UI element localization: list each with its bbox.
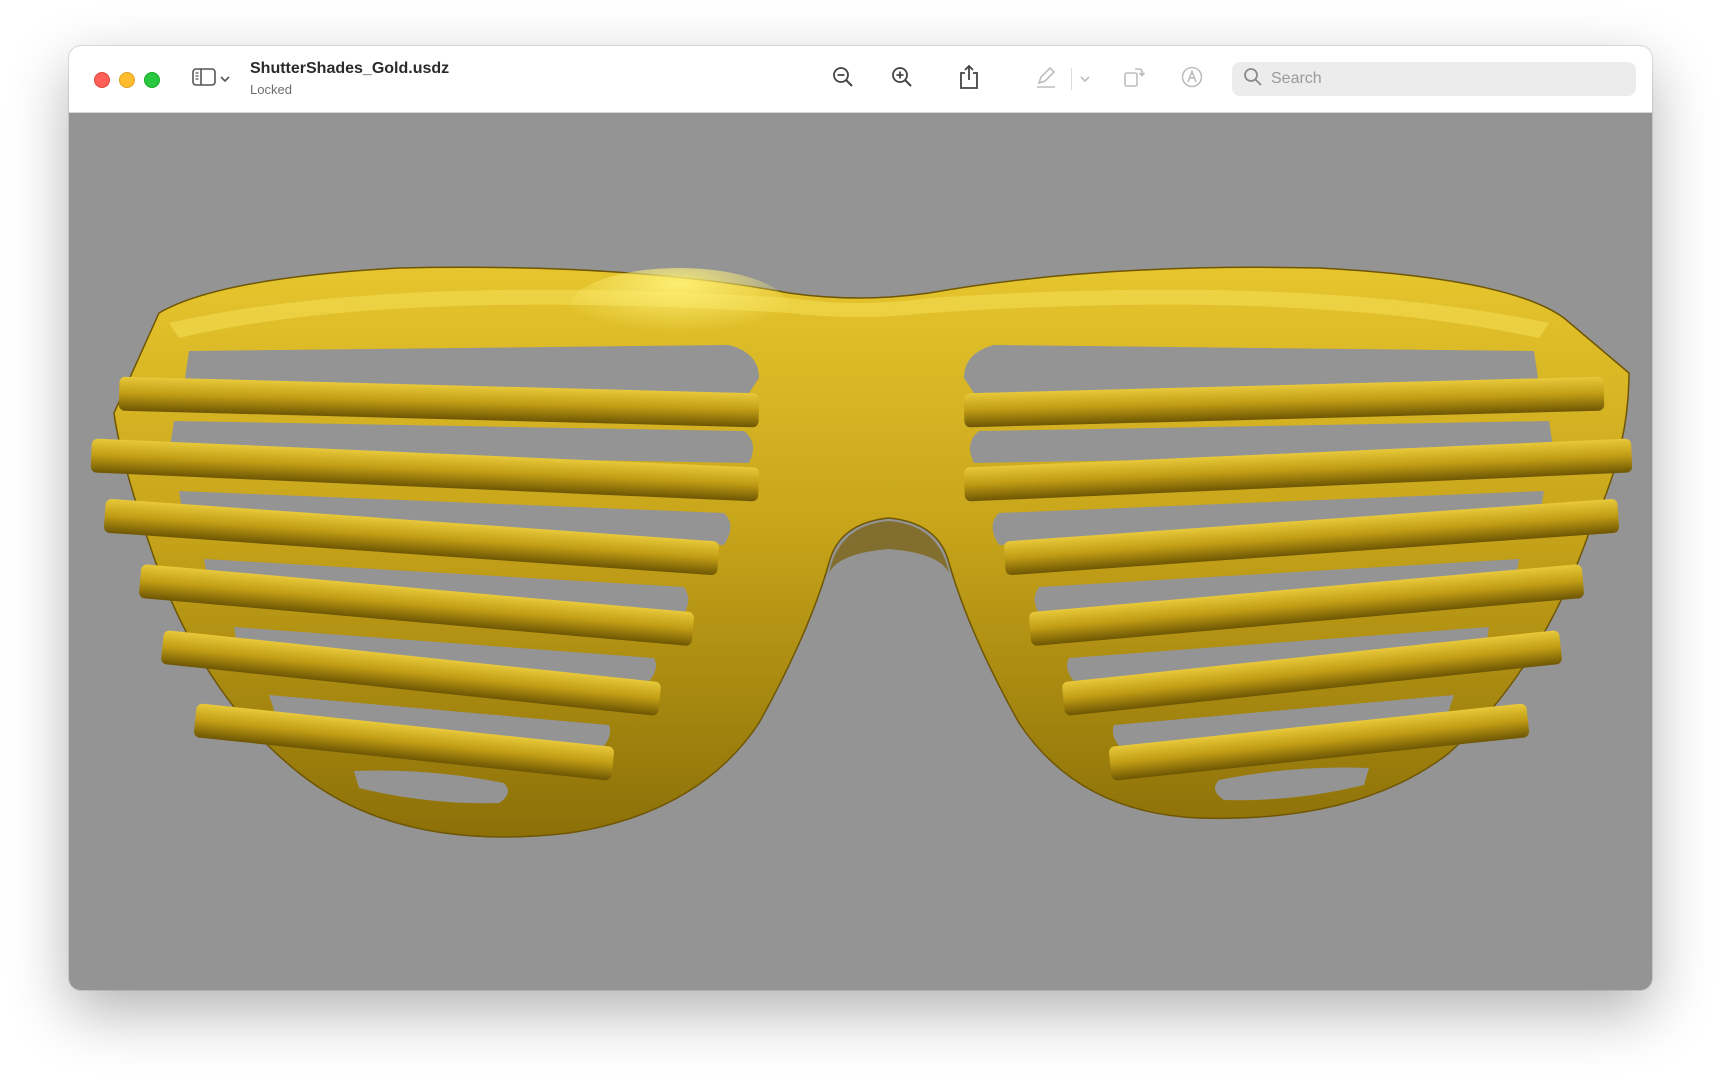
toolbar-divider: [1071, 68, 1072, 90]
markup-pen-icon: [1034, 65, 1058, 94]
markup-circle-a-icon: [1180, 65, 1204, 94]
3d-model-viewport[interactable]: [69, 113, 1652, 990]
minimize-window-button[interactable]: [119, 72, 135, 88]
search-input[interactable]: [1269, 69, 1613, 89]
chevron-down-icon: [220, 70, 230, 88]
markup-options-button[interactable]: [1075, 64, 1095, 94]
document-subtitle: Locked: [250, 82, 292, 97]
zoom-out-button[interactable]: [828, 64, 858, 94]
sidebar-icon: [192, 67, 216, 91]
document-title[interactable]: ShutterShades_Gold.usdz: [250, 60, 449, 78]
rotate-icon: [1122, 65, 1146, 94]
share-icon: [958, 64, 980, 95]
zoom-in-button[interactable]: [887, 64, 917, 94]
rotate-button[interactable]: [1119, 64, 1149, 94]
chevron-down-icon: [1080, 70, 1090, 88]
search-icon: [1232, 67, 1263, 92]
markup-button[interactable]: [1031, 64, 1061, 94]
close-window-button[interactable]: [94, 72, 110, 88]
share-button[interactable]: [954, 64, 984, 94]
title-bar: ShutterShades_Gold.usdz Locked: [69, 46, 1652, 113]
sidebar-toggle-button[interactable]: [192, 67, 234, 91]
fullscreen-window-button[interactable]: [144, 72, 160, 88]
zoom-out-icon: [831, 65, 855, 94]
shutter-shades-model: [90, 266, 1633, 838]
annotate-button[interactable]: [1177, 64, 1207, 94]
search-field[interactable]: [1232, 62, 1636, 96]
zoom-in-icon: [890, 65, 914, 94]
preview-window: ShutterShades_Gold.usdz Locked: [69, 46, 1652, 990]
